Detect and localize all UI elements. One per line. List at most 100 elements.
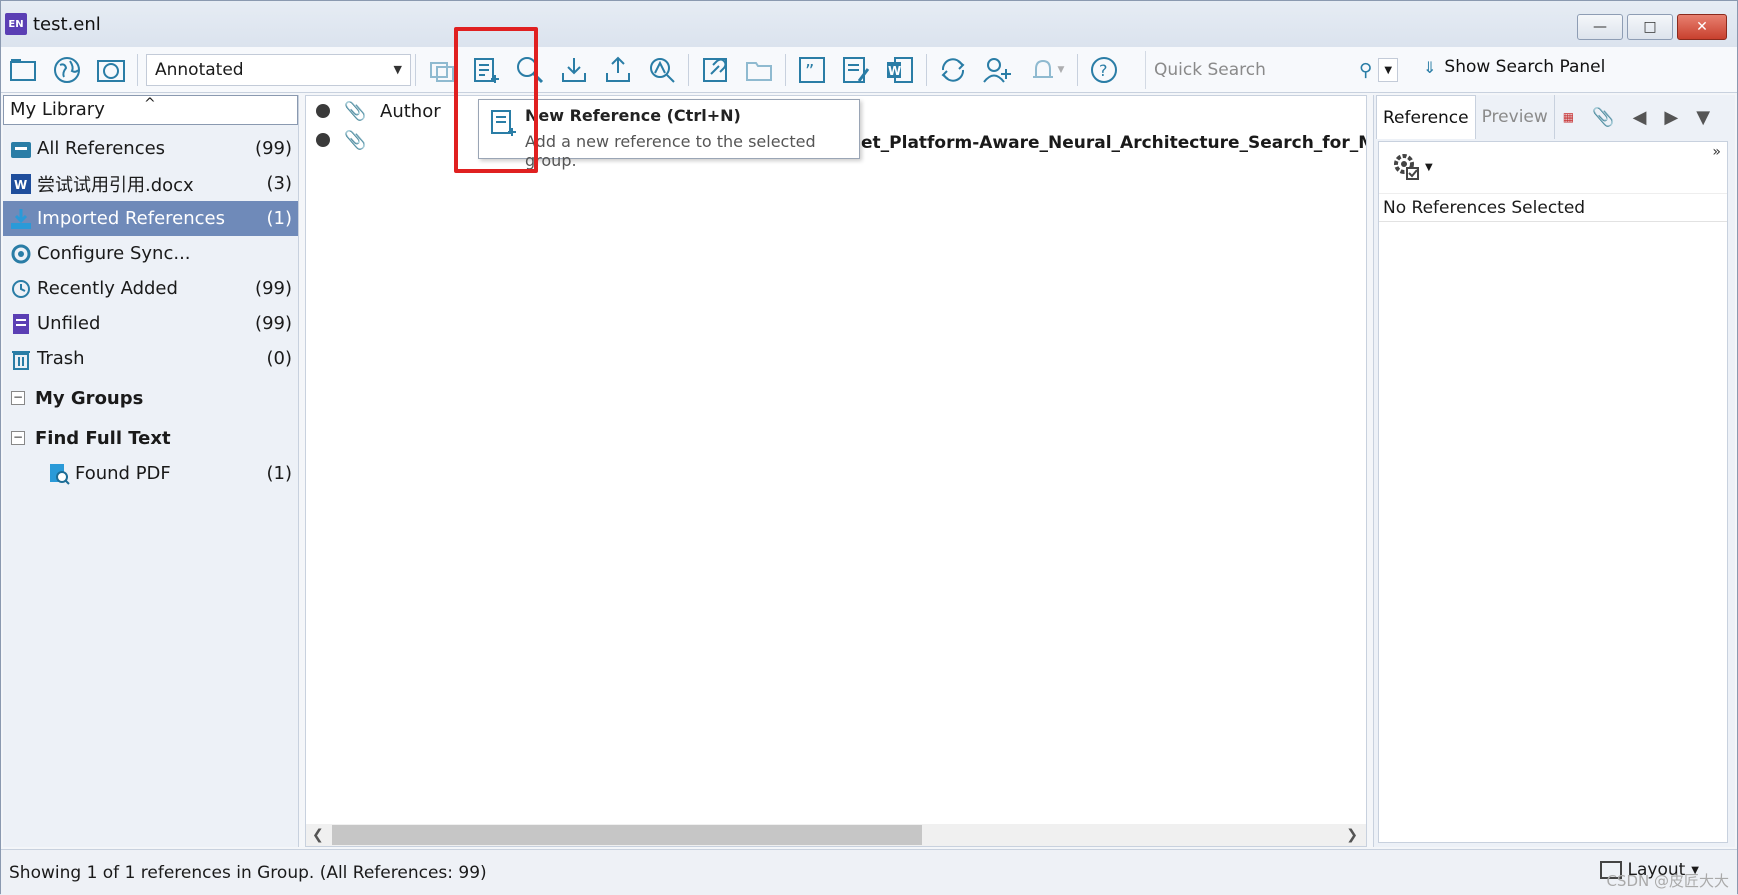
reference-pane: » ▼ No References Selected [1378,141,1728,843]
tooltip-title: New Reference (Ctrl+N) [525,106,741,125]
group-count: (0) [266,348,293,369]
svg-text:”: ” [805,61,814,82]
quick-search: ⚲ ▼ [1145,51,1407,89]
output-style-value: Annotated [155,59,244,80]
tab-reference[interactable]: Reference [1376,95,1476,139]
no-references-message: No References Selected [1379,194,1727,222]
local-library-mode-icon[interactable] [5,52,41,88]
paperclip-icon: 📎 [344,129,367,151]
share-icon[interactable] [979,52,1015,88]
scroll-left-icon[interactable]: ❮ [312,827,324,843]
search-icon[interactable]: ⚲ [1359,60,1372,81]
integrated-library-mode-icon[interactable] [93,52,129,88]
reference-list: 📎 Author 📎 et_Platform-Aware_Neural_Arch… [305,95,1367,847]
open-link-icon[interactable] [697,52,733,88]
group-count: (3) [266,173,293,194]
group-count: (1) [266,208,293,229]
group-found-pdf[interactable]: Found PDF (1) [3,456,298,491]
collapse-icon[interactable]: − [11,391,25,405]
activity-feed-icon[interactable]: ▼ [1023,52,1069,88]
read-status-column-icon[interactable] [316,104,330,118]
paperclip-icon[interactable]: 📎 [1592,107,1614,128]
my-groups-label: My Groups [35,387,144,409]
find-full-text-heading[interactable]: − Find Full Text [3,420,298,456]
show-search-panel-button[interactable]: ⇓ Show Search Panel [1423,57,1605,77]
gear-icon[interactable] [1391,151,1421,185]
group-label: Recently Added [37,278,178,299]
open-file-icon[interactable] [741,52,777,88]
group-imported-references[interactable]: Imported References (1) [3,201,298,236]
window-title: test.enl [33,13,101,35]
caret-up-icon: ^ [144,96,156,112]
quick-search-input[interactable] [1154,60,1359,80]
search-options-dropdown[interactable]: ▼ [1378,58,1399,82]
find-full-text-label: Find Full Text [35,427,171,449]
minimize-button[interactable]: — [1577,14,1623,40]
reference-title[interactable]: et_Platform-Aware_Neural_Architecture_Se… [861,133,1366,153]
group-word-document[interactable]: W 尝试试用引用.docx (3) [3,166,298,201]
maximize-button[interactable]: □ [1627,14,1673,40]
format-bibliography-icon[interactable] [838,52,874,88]
window-controls: — □ ✕ [1577,14,1727,40]
toolbar-separator [415,53,416,86]
group-label: Configure Sync... [37,243,191,264]
show-search-panel-label: Show Search Panel [1444,57,1606,77]
chevron-down-icon[interactable]: ▼ [1425,162,1433,173]
my-library-header[interactable]: My Library ^ [3,95,298,125]
word-document-icon: W [9,172,33,196]
title-bar: EN test.enl — □ ✕ [1,1,1737,47]
chevron-down-icon: ▼ [393,63,402,76]
author-column-header[interactable]: Author [380,101,441,122]
import-icon[interactable] [556,52,592,88]
watermark: CSDN @皮匠大大 [1606,872,1729,890]
scrollbar-thumb[interactable] [332,825,922,845]
collapse-icon[interactable]: − [11,431,25,445]
group-label: Imported References [37,208,225,229]
group-label: 尝试试用引用.docx [37,174,194,196]
reference-tabs: Reference Preview ▦ 📎 ◀ ▶ ▼ [1374,95,1735,139]
expand-panel-icon[interactable]: » [1712,144,1721,160]
group-count: (99) [255,138,292,159]
trash-icon [9,347,33,371]
toolbar-separator [785,53,786,86]
horizontal-scrollbar[interactable]: ❮ ❯ [306,824,1366,846]
group-label: All References [37,138,166,159]
toolbar-separator [1077,53,1078,86]
group-trash[interactable]: Trash (0) [3,341,298,376]
toolbar-separator [688,53,689,86]
group-all-references[interactable]: All References (99) [3,131,298,166]
group-unfiled[interactable]: Unfiled (99) [3,306,298,341]
sync-icon[interactable] [935,52,971,88]
reference-panel: Reference Preview ▦ 📎 ◀ ▶ ▼ » ▼ No Refer… [1373,95,1735,847]
tooltip-description: Add a new reference to the selected grou… [525,132,816,170]
new-reference-icon[interactable] [468,52,504,88]
main-toolbar: Annotated ▼ ” W ▼ ? Quick Search ⚲ ▼ ⇓ S… [1,47,1737,93]
online-search-mode-icon[interactable] [49,52,85,88]
chevron-down-icon: ▼ [1057,64,1065,75]
status-bar: Showing 1 of 1 references in Group. (All… [1,849,1737,895]
word-icon[interactable]: W [882,52,918,88]
insert-citation-icon[interactable]: ” [794,52,830,88]
reference-settings[interactable]: ▼ [1379,142,1727,194]
next-icon[interactable]: ▶ [1664,107,1678,128]
scroll-right-icon[interactable]: ❯ [1346,827,1358,843]
svg-text:W: W [14,178,27,192]
copy-to-library-icon[interactable] [424,52,460,88]
close-button[interactable]: ✕ [1677,14,1727,40]
menu-down-icon[interactable]: ▼ [1696,107,1710,128]
export-icon[interactable] [600,52,636,88]
my-groups-heading[interactable]: − My Groups [3,376,298,420]
find-full-text-icon[interactable] [644,52,680,88]
previous-icon[interactable]: ◀ [1633,107,1647,128]
group-recently-added[interactable]: Recently Added (99) [3,271,298,306]
group-configure-sync[interactable]: Configure Sync... [3,236,298,271]
tab-preview[interactable]: Preview [1476,95,1555,139]
help-icon[interactable]: ? [1086,52,1122,88]
paperclip-icon[interactable]: 📎 [344,101,366,122]
endnote-window: EN test.enl — □ ✕ Annotated ▼ ” W ▼ ? Qu… [0,0,1738,895]
online-search-icon[interactable] [512,52,548,88]
sync-icon [9,242,33,266]
tab-tools: ▦ 📎 ◀ ▶ ▼ [1563,107,1710,128]
pdf-icon[interactable]: ▦ [1563,110,1574,124]
output-style-select[interactable]: Annotated ▼ [146,53,411,86]
